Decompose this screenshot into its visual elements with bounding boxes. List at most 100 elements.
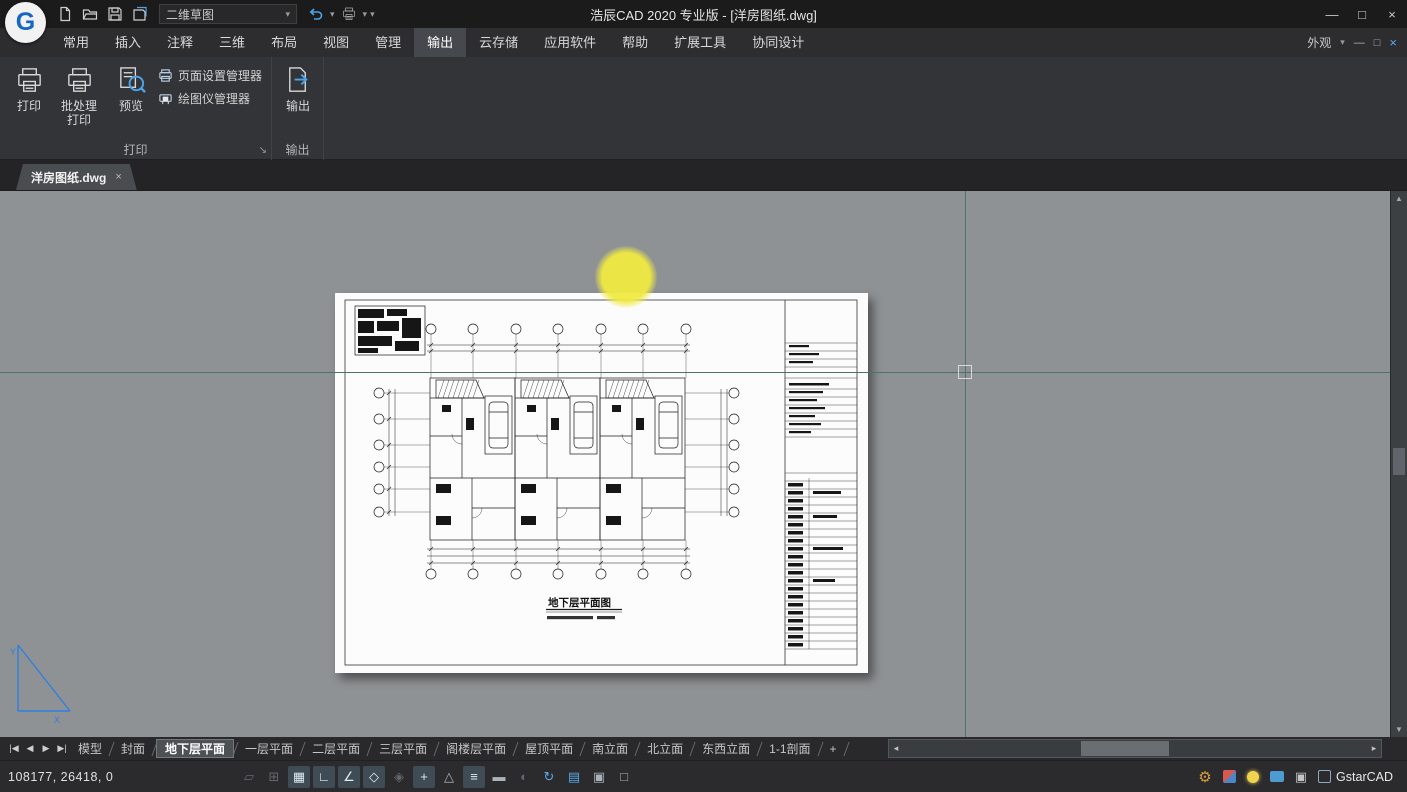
new-file-button[interactable] bbox=[54, 3, 76, 25]
tab-manage[interactable]: 管理 bbox=[362, 28, 414, 57]
save-as-button[interactable] bbox=[129, 3, 151, 25]
appearance-caret-icon[interactable]: ▾ bbox=[1340, 38, 1345, 47]
scroll-right-icon[interactable]: ▸ bbox=[1367, 743, 1381, 754]
dynamic-ucs-toggle[interactable]: △ bbox=[438, 766, 460, 788]
minimize-ribbon-button[interactable]: — bbox=[1354, 37, 1365, 49]
output-group: 输出 输出 bbox=[272, 57, 324, 160]
ucs-icon: Y X bbox=[8, 641, 80, 727]
vertical-scrollbar[interactable]: ▲ ▼ bbox=[1390, 191, 1407, 737]
app-logo[interactable]: G bbox=[5, 2, 46, 43]
scroll-down-icon[interactable]: ▼ bbox=[1391, 722, 1407, 737]
layout-tab-basement-plan[interactable]: 地下层平面 bbox=[156, 739, 234, 758]
annotation-scale-toggle[interactable]: ▣ bbox=[588, 766, 610, 788]
layout-tab-floor1-plan[interactable]: 一层平面 bbox=[237, 739, 301, 758]
tab-layout[interactable]: 布局 bbox=[258, 28, 310, 57]
horizontal-scrollbar-track[interactable] bbox=[903, 740, 1367, 757]
tab-express-tools[interactable]: 扩展工具 bbox=[661, 28, 739, 57]
page-setup-manager-button[interactable]: 页面设置管理器 bbox=[158, 67, 262, 84]
save-button[interactable] bbox=[104, 3, 126, 25]
tab-applications[interactable]: 应用软件 bbox=[531, 28, 609, 57]
tab-home[interactable]: 常用 bbox=[50, 28, 102, 57]
layout-tab-cover[interactable]: 封面 bbox=[113, 739, 153, 758]
undo-dropdown-caret[interactable]: ▾ bbox=[330, 10, 335, 19]
tab-help[interactable]: 帮助 bbox=[609, 28, 661, 57]
close-document-button[interactable]: × bbox=[1389, 35, 1397, 50]
ortho-toggle[interactable]: ∟ bbox=[313, 766, 335, 788]
floor-plan-drawing: 地下层平面图 bbox=[335, 293, 868, 673]
layout-tab-attic-plan[interactable]: 阁楼层平面 bbox=[438, 739, 514, 758]
display-settings-icon[interactable]: ▣ bbox=[1295, 769, 1307, 785]
object-snap-3d-toggle[interactable]: ◈ bbox=[388, 766, 410, 788]
polar-tracking-toggle[interactable]: ∠ bbox=[338, 766, 360, 788]
snap-toggle[interactable]: ⊞ bbox=[263, 766, 285, 788]
object-snap-tracking-toggle[interactable]: + bbox=[413, 766, 435, 788]
tab-cloud[interactable]: 云存储 bbox=[466, 28, 531, 57]
plotter-manager-button[interactable]: 绘图仪管理器 bbox=[158, 90, 250, 107]
ribbon-tab-bar: 常用 插入 注释 三维 布局 视图 管理 输出 云存储 应用软件 帮助 扩展工具… bbox=[0, 28, 1407, 57]
restore-button[interactable]: □ bbox=[1347, 0, 1377, 28]
new-layout-button[interactable]: + bbox=[822, 741, 845, 757]
customize-toolbar-caret[interactable]: ▾ bbox=[370, 10, 375, 19]
security-icon[interactable] bbox=[1223, 770, 1236, 783]
object-snap-toggle[interactable]: ◇ bbox=[363, 766, 385, 788]
scroll-up-icon[interactable]: ▲ bbox=[1391, 191, 1407, 206]
tab-output[interactable]: 输出 bbox=[414, 28, 466, 57]
dialog-launcher-icon[interactable]: ↘ bbox=[259, 146, 267, 156]
appearance-dropdown[interactable]: 外观 bbox=[1307, 34, 1331, 51]
lineweight-toggle[interactable]: ▬ bbox=[488, 766, 510, 788]
workspace-selector[interactable]: 二维草图 ▾ bbox=[159, 4, 297, 24]
batch-plot-button[interactable]: 批处理打印 bbox=[54, 61, 104, 137]
layout-tab-floor3-plan[interactable]: 三层平面 bbox=[371, 739, 435, 758]
preview-magnifier-icon bbox=[116, 65, 147, 96]
layout-first-button[interactable]: |◀ bbox=[6, 743, 22, 754]
panel-toggle-button[interactable]: □ bbox=[1374, 37, 1381, 49]
status-toggles: ▱ ⊞ ▦ ∟ ∠ ◇ ◈ + △ ≡ ▬ ◐ ↻ ▤ ▣ □ bbox=[238, 766, 635, 788]
scroll-left-icon[interactable]: ◂ bbox=[889, 743, 903, 754]
feedback-icon[interactable] bbox=[1270, 771, 1284, 782]
layout-tab-north-elevation[interactable]: 北立面 bbox=[639, 739, 691, 758]
minimize-button[interactable]: — bbox=[1317, 0, 1347, 28]
clean-screen-toggle[interactable]: □ bbox=[613, 766, 635, 788]
horizontal-scrollbar-thumb[interactable] bbox=[1081, 741, 1169, 756]
document-tab-close-icon[interactable]: × bbox=[115, 171, 121, 183]
svg-text:X: X bbox=[54, 715, 60, 725]
tab-collaboration[interactable]: 协同设计 bbox=[739, 28, 817, 57]
layout-tab-model[interactable]: 模型 bbox=[70, 739, 110, 758]
layout-tab-bar: |◀ ◀ ▶ ▶| 模型 封面 地下层平面 一层平面 二层平面 三层平面 阁楼层… bbox=[0, 737, 1407, 760]
undo-button[interactable] bbox=[305, 3, 327, 25]
layout-prev-button[interactable]: ◀ bbox=[22, 743, 38, 754]
layout-last-button[interactable]: ▶| bbox=[54, 743, 70, 754]
transparency-toggle[interactable]: ◐ bbox=[513, 766, 535, 788]
layout-tab-section-1-1[interactable]: 1-1剖面 bbox=[761, 739, 818, 758]
tab-insert[interactable]: 插入 bbox=[102, 28, 154, 57]
document-tab[interactable]: 洋房图纸.dwg × bbox=[16, 164, 137, 190]
infer-constraints-toggle[interactable]: ▱ bbox=[238, 766, 260, 788]
tab-3d[interactable]: 三维 bbox=[206, 28, 258, 57]
preview-button[interactable]: 预览 bbox=[108, 61, 154, 137]
layout-tab-eastwest-elevation[interactable]: 东西立面 bbox=[694, 739, 758, 758]
layout-tab-south-elevation[interactable]: 南立面 bbox=[584, 739, 636, 758]
horizontal-scrollbar[interactable]: ◂ ▸ bbox=[888, 739, 1382, 758]
tip-bulb-icon[interactable] bbox=[1247, 771, 1259, 783]
plot-button[interactable]: 打印 bbox=[6, 61, 52, 137]
close-button[interactable]: × bbox=[1377, 0, 1407, 28]
open-file-button[interactable] bbox=[79, 3, 101, 25]
drawing-viewport[interactable]: 地下层平面图 Y X ▲ ▼ bbox=[0, 191, 1407, 737]
layout-tab-roof-plan[interactable]: 屋顶平面 bbox=[517, 739, 581, 758]
vertical-scrollbar-thumb[interactable] bbox=[1393, 448, 1405, 475]
grid-toggle[interactable]: ▦ bbox=[288, 766, 310, 788]
quick-plot-button[interactable] bbox=[338, 3, 360, 25]
tab-annotate[interactable]: 注释 bbox=[154, 28, 206, 57]
layout-tab-floor2-plan[interactable]: 二层平面 bbox=[304, 739, 368, 758]
plotter-manager-label: 绘图仪管理器 bbox=[178, 90, 250, 107]
tab-view[interactable]: 视图 bbox=[310, 28, 362, 57]
export-icon bbox=[283, 65, 314, 96]
workspace-selector-value: 二维草图 bbox=[166, 6, 214, 23]
annotation-monitor-toggle[interactable]: ▤ bbox=[563, 766, 585, 788]
export-button[interactable]: 输出 bbox=[275, 61, 321, 137]
dynamic-input-toggle[interactable]: ≡ bbox=[463, 766, 485, 788]
plot-dropdown-caret[interactable]: ▾ bbox=[363, 10, 368, 19]
layout-next-button[interactable]: ▶ bbox=[38, 743, 54, 754]
selection-cycling-toggle[interactable]: ↻ bbox=[538, 766, 560, 788]
settings-gear-icon[interactable]: ⚙ bbox=[1198, 768, 1211, 786]
